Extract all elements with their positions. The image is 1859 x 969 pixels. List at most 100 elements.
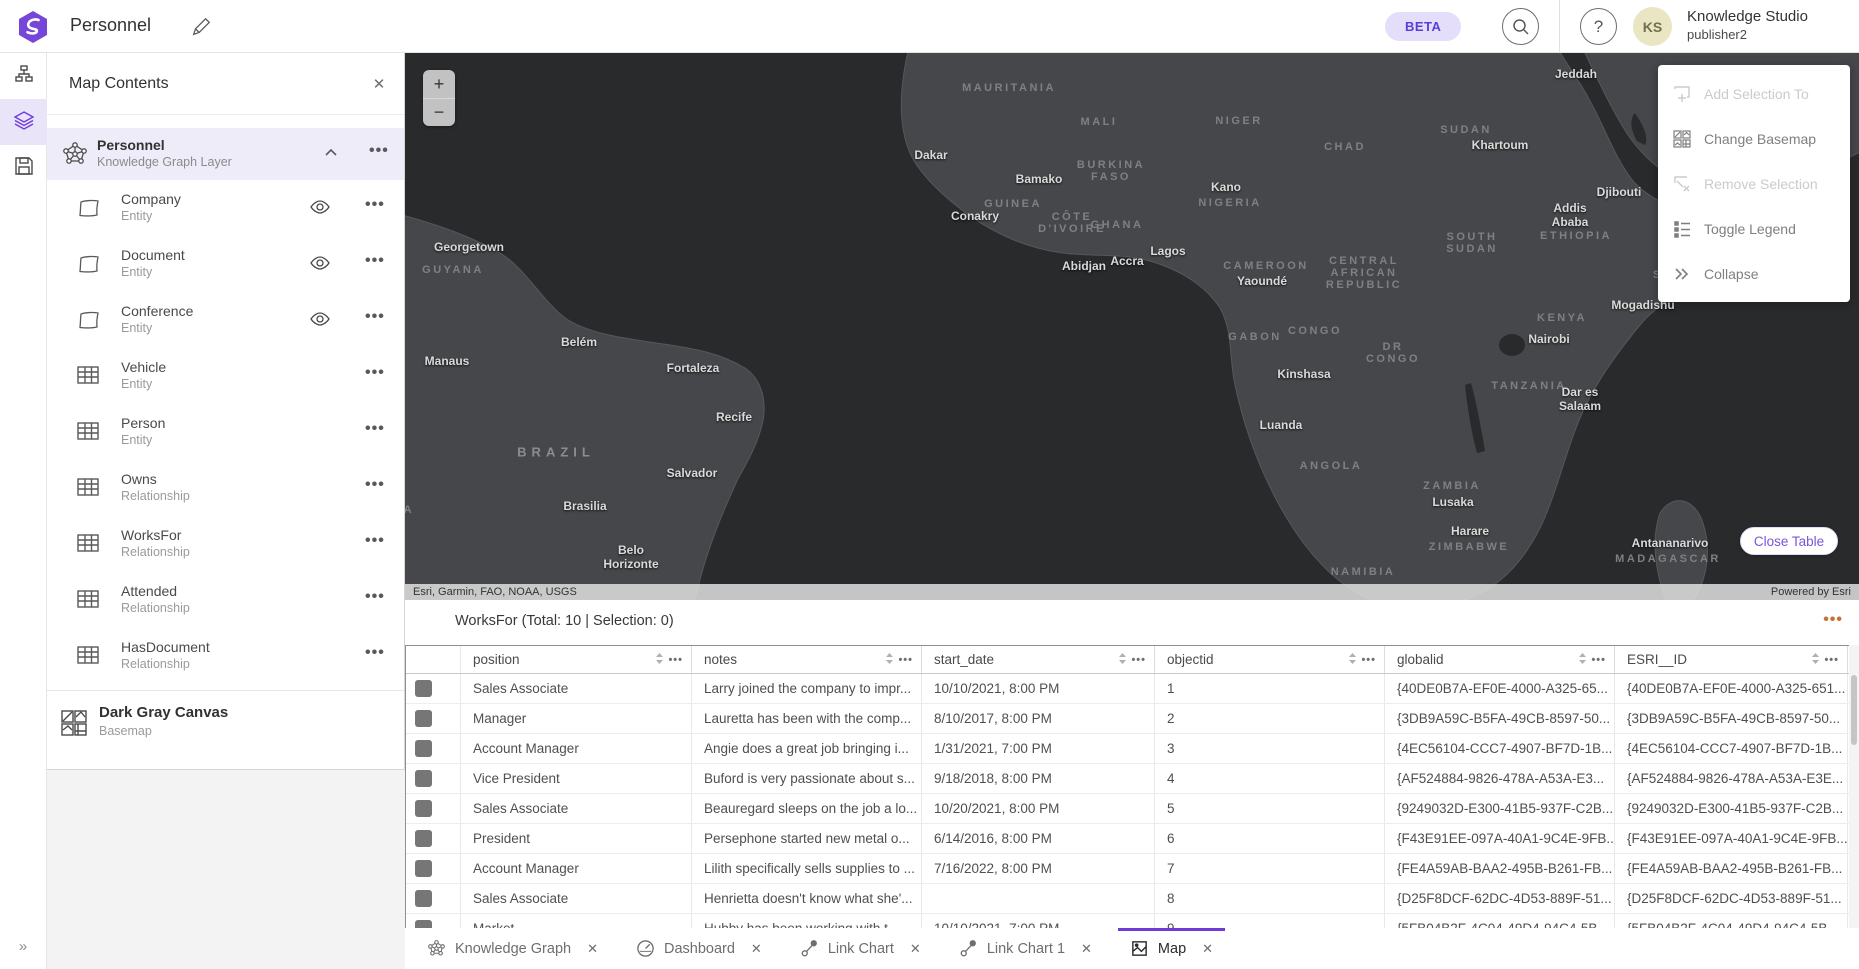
polygon-layer-icon — [75, 250, 103, 278]
visibility-eye-icon[interactable] — [309, 308, 333, 332]
rail-item-save[interactable] — [0, 145, 47, 191]
column-header-objectid[interactable]: objectid••• — [1155, 646, 1385, 673]
column-options-icon[interactable]: ••• — [1591, 654, 1606, 666]
column-options-icon[interactable]: ••• — [668, 654, 683, 666]
tab-knowledge-graph[interactable]: Knowledge Graph✕ — [419, 928, 606, 969]
avatar[interactable]: KS — [1633, 7, 1672, 46]
link-tab-icon — [959, 939, 978, 958]
layer-item-hasdocument[interactable]: HasDocumentRelationship••• — [47, 628, 404, 684]
map-view[interactable]: MAURITANIAMALINIGERSUDANCHADBURKINA FASO… — [405, 53, 1859, 600]
table-layer-icon — [75, 530, 103, 558]
row-checkbox[interactable] — [415, 860, 432, 877]
basemap-icon — [59, 708, 89, 738]
menu-item-change-basemap[interactable]: Change Basemap — [1658, 116, 1850, 161]
column-options-icon[interactable]: ••• — [1131, 654, 1146, 666]
tab-label: Link Chart — [828, 941, 894, 957]
layer-type: Relationship — [121, 489, 190, 503]
close-table-button[interactable]: Close Table — [1740, 527, 1838, 555]
layer-item-attended[interactable]: AttendedRelationship••• — [47, 572, 404, 628]
row-checkbox[interactable] — [415, 680, 432, 697]
row-checkbox[interactable] — [415, 710, 432, 727]
cell-position: Manager — [461, 704, 692, 733]
sort-icon[interactable] — [655, 652, 664, 668]
layer-options-icon[interactable]: ••• — [365, 644, 385, 662]
column-label: position — [473, 652, 520, 667]
knowledge-graph-layer-icon — [61, 140, 89, 168]
tab-close-icon[interactable]: ✕ — [587, 941, 598, 957]
menu-item-label: Change Basemap — [1704, 131, 1816, 147]
layer-options-icon[interactable]: ••• — [365, 308, 385, 326]
tab-map[interactable]: Map✕ — [1122, 928, 1221, 969]
zoom-in-button[interactable]: + — [423, 70, 455, 98]
tab-close-icon[interactable]: ✕ — [1202, 941, 1213, 957]
tab-close-icon[interactable]: ✕ — [1081, 941, 1092, 957]
rail-item-layers[interactable] — [0, 99, 47, 145]
row-checkbox[interactable] — [415, 800, 432, 817]
sort-icon[interactable] — [885, 652, 894, 668]
layer-item-vehicle[interactable]: VehicleEntity••• — [47, 348, 404, 404]
column-options-icon[interactable]: ••• — [898, 654, 913, 666]
tab-link-chart-1[interactable]: Link Chart 1✕ — [951, 928, 1100, 969]
layer-options-icon[interactable]: ••• — [365, 420, 385, 438]
column-header-notes[interactable]: notes••• — [692, 646, 922, 673]
layer-options-icon[interactable]: ••• — [365, 476, 385, 494]
edit-title-icon[interactable] — [190, 16, 212, 38]
layer-options-icon[interactable]: ••• — [365, 588, 385, 606]
basemap-item[interactable]: Dark Gray Canvas Basemap — [47, 692, 404, 754]
zoom-out-button[interactable]: − — [423, 98, 455, 126]
layer-type: Entity — [121, 377, 152, 391]
sort-icon[interactable] — [1348, 652, 1357, 668]
sort-icon[interactable] — [1578, 652, 1587, 668]
expand-rail-button[interactable]: » — [0, 931, 47, 961]
layer-options-icon[interactable]: ••• — [365, 364, 385, 382]
tab-dashboard[interactable]: Dashboard✕ — [628, 928, 770, 969]
layer-item-person[interactable]: PersonEntity••• — [47, 404, 404, 460]
row-checkbox[interactable] — [415, 770, 432, 787]
app-header: Personnel BETA ? KS Knowledge Studio pub… — [0, 0, 1859, 53]
table-scrollbar[interactable] — [1849, 645, 1859, 928]
layer-item-company[interactable]: CompanyEntity••• — [47, 180, 404, 236]
menu-item-collapse[interactable]: Collapse — [1658, 251, 1850, 296]
tab-link-chart[interactable]: Link Chart ✕ — [792, 928, 929, 969]
column-header-globalid[interactable]: globalid••• — [1385, 646, 1615, 673]
column-options-icon[interactable]: ••• — [1824, 654, 1839, 666]
layer-item-worksfor[interactable]: WorksForRelationship••• — [47, 516, 404, 572]
tab-close-icon[interactable]: ✕ — [910, 941, 921, 957]
layer-group-options-icon[interactable]: ••• — [369, 142, 389, 160]
sort-icon[interactable] — [1118, 652, 1127, 668]
cell-position: Account Manager — [461, 734, 692, 763]
layer-item-owns[interactable]: OwnsRelationship••• — [47, 460, 404, 516]
layer-item-document[interactable]: DocumentEntity••• — [47, 236, 404, 292]
table-options-icon[interactable]: ••• — [1823, 611, 1843, 629]
layer-type: Entity — [121, 209, 152, 223]
layer-type: Relationship — [121, 545, 190, 559]
tab-close-icon[interactable]: ✕ — [751, 941, 762, 957]
cell-esri_id: {F43E91EE-097A-40A1-9C4E-9FB... — [1615, 824, 1848, 853]
layer-options-icon[interactable]: ••• — [365, 196, 385, 214]
column-header-start_date[interactable]: start_date••• — [922, 646, 1155, 673]
column-header-position[interactable]: position ••• — [461, 646, 692, 673]
row-checkbox[interactable] — [415, 740, 432, 757]
sort-icon[interactable] — [1811, 652, 1820, 668]
table-row: Sales AssociateLarry joined the company … — [406, 674, 1849, 704]
visibility-eye-icon[interactable] — [309, 252, 333, 276]
column-options-icon[interactable]: ••• — [1361, 654, 1376, 666]
menu-item-toggle-legend[interactable]: Toggle Legend — [1658, 206, 1850, 251]
row-checkbox[interactable] — [415, 830, 432, 847]
table-scrollbar-thumb[interactable] — [1851, 675, 1857, 745]
rail-item-data-model[interactable] — [0, 53, 47, 99]
row-checkbox[interactable] — [415, 890, 432, 907]
layer-item-conference[interactable]: ConferenceEntity••• — [47, 292, 404, 348]
layer-options-icon[interactable]: ••• — [365, 532, 385, 550]
collapse-group-icon[interactable] — [323, 145, 339, 161]
cell-objectid: 5 — [1155, 794, 1385, 823]
column-header-esri_id[interactable]: ESRI__ID••• — [1615, 646, 1848, 673]
close-panel-icon[interactable]: ✕ — [368, 73, 390, 95]
menu-item-label: Remove Selection — [1704, 176, 1818, 192]
layer-group-personnel[interactable]: Personnel Knowledge Graph Layer ••• — [47, 128, 404, 180]
visibility-eye-icon[interactable] — [309, 196, 333, 220]
row-checkbox[interactable] — [415, 920, 432, 928]
search-button[interactable] — [1502, 8, 1539, 45]
help-button[interactable]: ? — [1580, 8, 1617, 45]
layer-options-icon[interactable]: ••• — [365, 252, 385, 270]
